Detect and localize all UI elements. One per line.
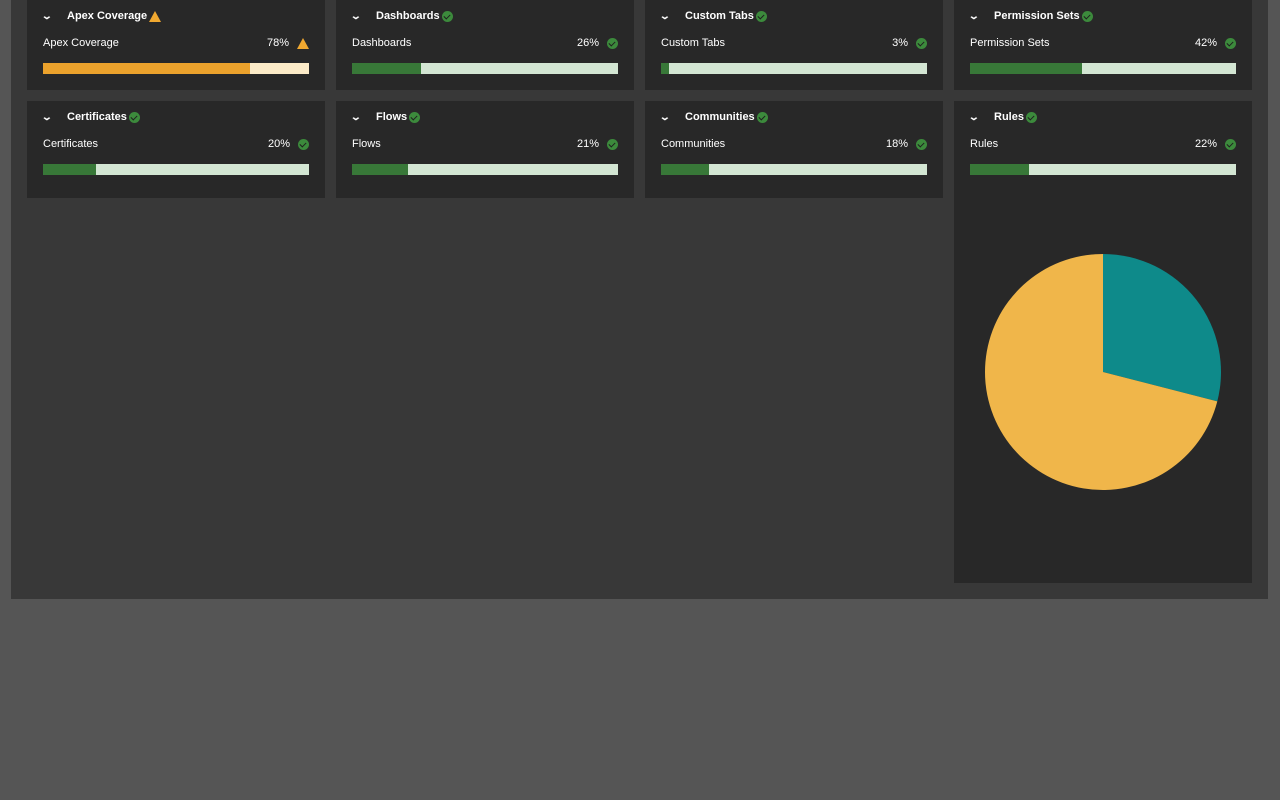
progress-fill — [661, 63, 669, 74]
card-header[interactable]: ⌄ Apex Coverage — [41, 10, 162, 22]
check-circle-icon — [441, 10, 453, 22]
pie-chart — [985, 254, 1221, 490]
metric-row: Flows 21% — [352, 138, 618, 150]
check-circle-icon — [916, 138, 927, 150]
card-dashboards: ⌄ Dashboards Dashboards 26% — [336, 0, 634, 90]
card-title: Apex Coverage — [67, 10, 148, 22]
progress-bar — [661, 164, 927, 175]
card-title: Certificates — [67, 111, 127, 123]
metric-value: 3% — [892, 37, 908, 49]
card-header[interactable]: ⌄ Dashboards — [350, 10, 453, 22]
card-header[interactable]: ⌄ Communities — [659, 111, 768, 123]
metric-row: Communities 18% — [661, 138, 927, 150]
card-custom-tabs: ⌄ Custom Tabs Custom Tabs 3% — [645, 0, 943, 90]
card-rules: ⌄ Rules Rules 22% — [954, 101, 1252, 583]
metric-row: Dashboards 26% — [352, 37, 618, 49]
warning-icon — [297, 37, 309, 49]
progress-fill — [352, 63, 422, 74]
card-header[interactable]: ⌄ Certificates — [41, 111, 140, 123]
chevron-down-icon[interactable]: ⌄ — [38, 112, 72, 123]
card-flows: ⌄ Flows Flows 21% — [336, 101, 634, 198]
check-circle-icon — [607, 37, 618, 49]
check-circle-icon — [1025, 111, 1037, 123]
chevron-down-icon[interactable]: ⌄ — [347, 112, 381, 123]
check-circle-icon — [607, 138, 618, 150]
progress-fill — [43, 164, 97, 175]
check-circle-icon — [1225, 37, 1236, 49]
card-communities: ⌄ Communities Communities 18% — [645, 101, 943, 198]
metric-label: Communities — [661, 138, 726, 150]
metric-row: Permission Sets 42% — [970, 37, 1236, 49]
card-apex-coverage: ⌄ Apex Coverage Apex Coverage 78% — [27, 0, 325, 90]
metric-label: Flows — [352, 138, 381, 150]
card-title: Permission Sets — [994, 10, 1080, 22]
card-permission-sets: ⌄ Permission Sets Permission Sets 42% — [954, 0, 1252, 90]
card-certificates: ⌄ Certificates Certificates 20% — [27, 101, 325, 198]
metric-label: Apex Coverage — [43, 37, 119, 49]
check-circle-icon — [298, 138, 309, 150]
metric-row: Rules 22% — [970, 138, 1236, 150]
metric-value: 78% — [266, 37, 289, 49]
progress-bar — [352, 63, 618, 74]
metric-row: Apex Coverage 78% — [43, 37, 309, 49]
check-circle-icon — [756, 111, 768, 123]
check-circle-icon — [1081, 10, 1093, 22]
card-header[interactable]: ⌄ Flows — [350, 111, 421, 123]
progress-bar — [43, 164, 309, 175]
metric-value: 22% — [1194, 138, 1217, 150]
card-title: Custom Tabs — [685, 10, 754, 22]
check-circle-icon — [409, 111, 421, 123]
card-title: Communities — [685, 111, 755, 123]
progress-bar — [970, 164, 1236, 175]
check-circle-icon — [916, 37, 927, 49]
metric-label: Certificates — [43, 138, 99, 150]
card-header[interactable]: ⌄ Custom Tabs — [659, 10, 767, 22]
check-circle-icon — [755, 10, 767, 22]
progress-fill — [352, 164, 408, 175]
metric-value: 42% — [1194, 37, 1217, 49]
chevron-down-icon[interactable]: ⌄ — [965, 11, 999, 22]
metric-value: 18% — [885, 138, 908, 150]
progress-bar — [43, 63, 309, 74]
metric-value: 21% — [576, 138, 599, 150]
metric-label: Rules — [970, 138, 999, 150]
chevron-down-icon[interactable]: ⌄ — [656, 11, 690, 22]
check-circle-icon — [1225, 138, 1236, 150]
card-header[interactable]: ⌄ Permission Sets — [968, 10, 1093, 22]
metric-value: 20% — [267, 138, 290, 150]
progress-fill — [970, 63, 1082, 74]
progress-bar — [970, 63, 1236, 74]
chevron-down-icon[interactable]: ⌄ — [38, 11, 72, 22]
progress-fill — [970, 164, 1029, 175]
progress-fill — [661, 164, 709, 175]
metric-label: Dashboards — [352, 37, 412, 49]
warning-icon — [149, 10, 162, 22]
chevron-down-icon[interactable]: ⌄ — [347, 11, 381, 22]
metric-label: Custom Tabs — [661, 37, 725, 49]
progress-bar — [352, 164, 618, 175]
metric-row: Certificates 20% — [43, 138, 309, 150]
card-header[interactable]: ⌄ Rules — [968, 111, 1037, 123]
card-title: Dashboards — [376, 10, 440, 22]
metric-row: Custom Tabs 3% — [661, 37, 927, 49]
chevron-down-icon[interactable]: ⌄ — [656, 112, 690, 123]
progress-fill — [43, 63, 251, 74]
metric-value: 26% — [576, 37, 599, 49]
metric-label: Permission Sets — [970, 37, 1050, 49]
check-circle-icon — [128, 111, 140, 123]
chevron-down-icon[interactable]: ⌄ — [965, 112, 999, 123]
progress-bar — [661, 63, 927, 74]
